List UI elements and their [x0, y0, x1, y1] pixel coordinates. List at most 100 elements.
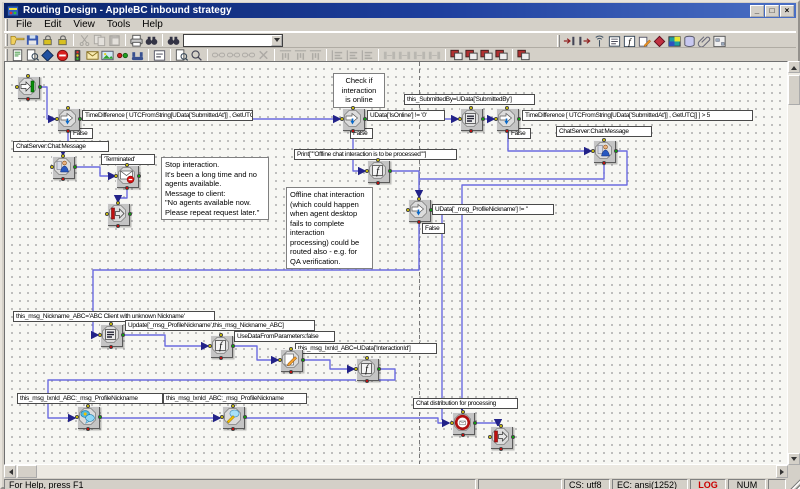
decision-isonline[interactable]	[342, 108, 365, 131]
bar-arrow-in-button[interactable]	[562, 34, 577, 48]
chat-distribution[interactable]: Chat distribution for processing	[413, 398, 518, 409]
picture-button[interactable]	[100, 48, 115, 62]
maximize-button[interactable]: □	[765, 5, 779, 17]
distribute-4-button	[427, 48, 442, 62]
decision-timediff-150[interactable]	[57, 108, 80, 131]
decision-nickname[interactable]	[408, 199, 431, 222]
horizontal-scroll-thumb[interactable]	[17, 465, 37, 478]
scroll-right-button[interactable]	[776, 465, 788, 478]
cut-button	[77, 33, 92, 47]
comment-check-online[interactable]: Check if interaction is online	[333, 73, 385, 108]
expression-box-icon	[152, 48, 167, 62]
function-box-button[interactable]: f	[622, 34, 637, 48]
horizontal-scrollbar[interactable]	[4, 465, 788, 478]
cond-timediff-150[interactable]: TimeDifference [ UTCFromString[UData['Su…	[82, 110, 253, 121]
menu-tools[interactable]: Tools	[101, 18, 136, 31]
scroll-up-button[interactable]	[788, 61, 800, 73]
comment-offline-chat[interactable]: Offline chat interaction (which could ha…	[286, 187, 373, 269]
zoom-button[interactable]	[189, 48, 204, 62]
cond-isonline[interactable]: UData['IsOnline'] != '0'	[367, 110, 445, 121]
vertical-scrollbar[interactable]	[788, 61, 800, 465]
kvp-1[interactable]: this_msg_IxnId_ABC:_msg_ProfileNickname	[17, 393, 163, 404]
antenna-button[interactable]	[592, 34, 607, 48]
scroll-down-button[interactable]	[788, 453, 800, 465]
traffic-light-button[interactable]	[70, 48, 85, 62]
database-button[interactable]	[682, 34, 697, 48]
page-search-button[interactable]	[25, 48, 40, 62]
objects-toolbar	[4, 47, 796, 62]
design-pad-button[interactable]	[712, 34, 727, 48]
close-button[interactable]: ×	[780, 5, 794, 17]
assign-submittedby[interactable]: this_SubmittedBy=UData['SubmittedBy']	[404, 94, 535, 105]
order-1-button[interactable]	[449, 48, 464, 62]
check-out-button[interactable]	[55, 33, 70, 47]
resize-grip[interactable]	[788, 479, 800, 489]
usedata-false[interactable]: UseDataFromParameters:false	[234, 331, 335, 342]
update-block[interactable]	[280, 349, 303, 372]
combobox-dropdown-button[interactable]	[271, 35, 282, 46]
print-button[interactable]	[129, 33, 144, 47]
navigate-diamond-button[interactable]	[40, 48, 55, 62]
check-in-button[interactable]	[40, 33, 55, 47]
menu-edit[interactable]: Edit	[38, 18, 67, 31]
bar-arrow-out-button[interactable]	[577, 34, 592, 48]
title-bar[interactable]: Routing Design - AppleBC inbound strateg…	[4, 3, 796, 18]
cond-timediff-5[interactable]: TimeDifference [ UTCFromString[UData['Su…	[522, 110, 753, 121]
paperclip-button[interactable]	[697, 34, 712, 48]
find-button[interactable]	[144, 33, 159, 47]
envelope-button[interactable]	[85, 48, 100, 62]
strategy-canvas[interactable]: Check if interaction is online Stop inter…	[4, 61, 788, 465]
red-green-dots-button[interactable]	[115, 48, 130, 62]
zoom-page-button[interactable]	[174, 48, 189, 62]
send-message-block[interactable]	[116, 165, 139, 188]
wait-event-2[interactable]	[593, 140, 616, 163]
order-2-button[interactable]	[464, 48, 479, 62]
func-update-nickname[interactable]: Update['_msg_ProfileNickname',this_msg_N…	[125, 320, 315, 331]
kvp-2[interactable]: this_msg_IxnId_ABC:_msg_ProfileNickname	[163, 393, 307, 404]
entry-block[interactable]	[17, 76, 40, 99]
function-block-2[interactable]: f	[210, 335, 233, 358]
open-button[interactable]	[10, 33, 25, 47]
find-combobox[interactable]	[183, 34, 283, 47]
menu-file[interactable]: File	[10, 18, 38, 31]
exit-block-1[interactable]	[107, 203, 130, 226]
find-object-button[interactable]	[166, 33, 181, 47]
assign-block-2[interactable]	[100, 324, 123, 347]
window-title: Routing Design - AppleBC inbound strateg…	[23, 5, 749, 16]
chat-block-1[interactable]	[77, 406, 100, 429]
scroll-left-button[interactable]	[4, 465, 16, 478]
exit-block-2[interactable]	[490, 426, 513, 449]
save-button[interactable]	[25, 33, 40, 47]
toolbar-separator	[148, 49, 149, 61]
false-4[interactable]: False	[422, 223, 445, 234]
order-3-button[interactable]	[479, 48, 494, 62]
event-chatserver-2[interactable]: ChatServer:Chat:Message	[556, 126, 652, 137]
page-button[interactable]	[10, 48, 25, 62]
toolbar-separator	[378, 49, 379, 61]
function-block-1[interactable]: f	[367, 160, 390, 183]
stop-button[interactable]	[55, 48, 70, 62]
port-in-dot	[458, 117, 462, 121]
wait-event-1[interactable]	[52, 156, 75, 179]
note-pencil-button[interactable]	[637, 34, 652, 48]
function-block-3[interactable]: f	[356, 358, 379, 381]
chat-block-2[interactable]	[222, 406, 245, 429]
decision-timediff-5[interactable]	[496, 108, 519, 131]
order-5-button[interactable]	[516, 48, 531, 62]
route-target-block[interactable]	[452, 412, 475, 435]
minimize-button[interactable]: _	[750, 5, 764, 17]
red-diamond-button[interactable]	[652, 34, 667, 48]
phone-button[interactable]	[130, 48, 145, 62]
expression-box-button[interactable]	[152, 48, 167, 62]
event-chatserver-1[interactable]: ChatServer:Chat:Message	[13, 141, 109, 152]
cond-profilenickname[interactable]: UData['_msg_ProfileNickname'] != ''	[432, 204, 554, 215]
list-box-button[interactable]	[607, 34, 622, 48]
assign-block-1[interactable]	[460, 108, 483, 131]
order-4-button[interactable]	[494, 48, 509, 62]
vertical-scroll-thumb[interactable]	[788, 75, 800, 105]
assign-ixnid[interactable]: this_msg_IxnId_ABC=UData['InteractionId'…	[295, 343, 437, 354]
color-grid-button[interactable]	[667, 34, 682, 48]
comment-stop-interaction[interactable]: Stop interaction. It's been a long time …	[161, 157, 269, 220]
menu-view[interactable]: View	[67, 18, 101, 31]
menu-help[interactable]: Help	[136, 18, 169, 31]
